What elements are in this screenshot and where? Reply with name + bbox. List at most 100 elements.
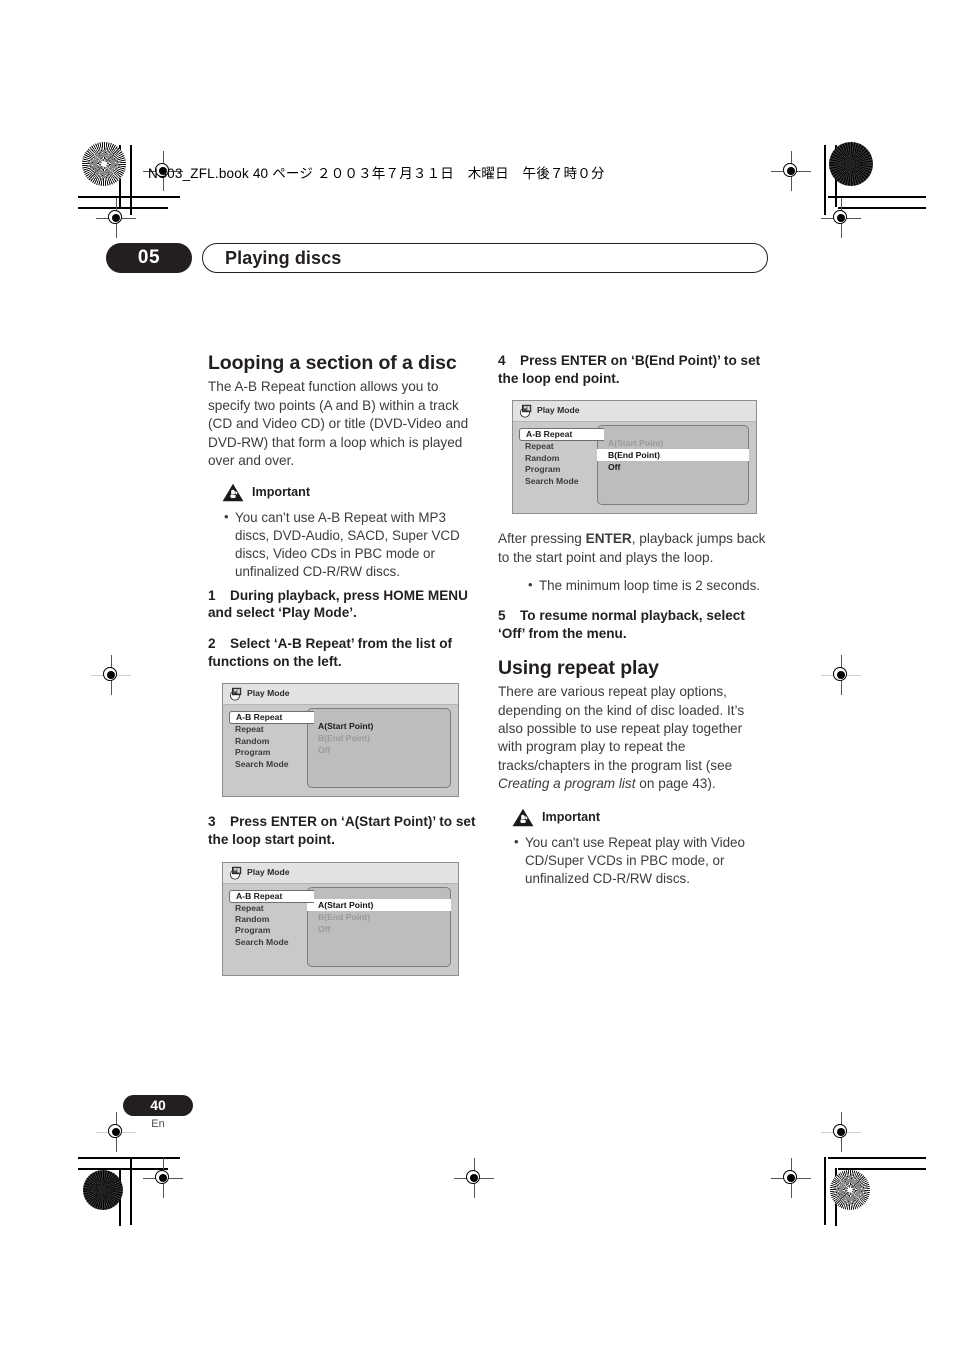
registration-target-lower-right-edge bbox=[821, 1112, 861, 1152]
osd-options-panel: A(Start Point) B(End Point) Off bbox=[597, 425, 749, 506]
important-header-right: Important bbox=[512, 808, 768, 827]
osd-option-off[interactable]: Off bbox=[598, 461, 748, 473]
step-2-number: 2 bbox=[208, 636, 216, 651]
warning-triangle-icon bbox=[222, 483, 244, 502]
step-1-text: During playback, press HOME MENU and sel… bbox=[208, 587, 468, 621]
osd-menu-item-repeat[interactable]: Repeat bbox=[229, 724, 311, 735]
important-label-right: Important bbox=[542, 810, 601, 825]
osd-screenshot-step4: Play Mode A-B Repeat Repeat Random Progr… bbox=[512, 400, 757, 515]
crop-line-bottom-right-h bbox=[828, 1157, 926, 1159]
step-4: 4 Press ENTER on ‘B(End Point)’ to set th… bbox=[498, 352, 768, 387]
play-mode-icon bbox=[519, 404, 533, 418]
osd-menu-item-search-mode[interactable]: Search Mode bbox=[229, 759, 311, 770]
repeat-play-intro-paragraph: There are various repeat play options, d… bbox=[498, 683, 768, 794]
important-bullet-list-left: You can’t use A-B Repeat with MP3 discs,… bbox=[208, 508, 478, 581]
registration-starburst-top-left bbox=[82, 142, 126, 186]
osd-menu-item-program[interactable]: Program bbox=[519, 464, 601, 475]
step-5: 5 To resume normal playback, select ‘Off’… bbox=[498, 607, 768, 642]
osd-menu-list: A-B Repeat Repeat Random Program Search … bbox=[519, 428, 604, 487]
section-title-repeat-play: Using repeat play bbox=[498, 656, 659, 679]
page-number-badge: 40 bbox=[123, 1095, 193, 1116]
crop-line-bottom-left-h bbox=[78, 1157, 180, 1159]
file-info-banner: NS03_ZFL.book 40 ページ ２００３年７月３１日 木曜日 午後７時… bbox=[148, 166, 605, 181]
registration-target-mid-right bbox=[821, 655, 861, 695]
registration-target-bottom-left bbox=[143, 1158, 183, 1198]
osd-menu-item-random[interactable]: Random bbox=[229, 736, 311, 747]
osd-menu-item-random[interactable]: Random bbox=[519, 453, 601, 464]
crop-line-top-left-v bbox=[130, 145, 132, 215]
repeat-intro-pre: There are various repeat play options, d… bbox=[498, 684, 745, 773]
looping-intro-paragraph: The A-B Repeat function allows you to sp… bbox=[208, 379, 469, 469]
osd-menu-item-ab-repeat[interactable]: A-B Repeat bbox=[519, 428, 604, 442]
registration-target-upper-left-edge bbox=[96, 198, 136, 238]
important-note-right: Important You can't use Repeat play with… bbox=[498, 808, 768, 888]
osd-option-b-end-point[interactable]: B(End Point) bbox=[308, 911, 450, 923]
osd-title: Play Mode bbox=[247, 866, 290, 877]
registration-target-bottom-right bbox=[771, 1158, 811, 1198]
osd-menu-item-search-mode[interactable]: Search Mode bbox=[229, 937, 311, 948]
step-1: 1 During playback, press HOME MENU and se… bbox=[208, 587, 478, 622]
osd-option-b-end-point[interactable]: B(End Point) bbox=[597, 449, 749, 462]
osd-menu-item-search-mode[interactable]: Search Mode bbox=[519, 476, 601, 487]
registration-starburst-top-right bbox=[829, 142, 873, 186]
osd-menu-item-ab-repeat[interactable]: A-B Repeat bbox=[229, 889, 314, 903]
registration-starburst-bottom-right bbox=[830, 1170, 870, 1210]
osd-option-a-start-point[interactable]: A(Start Point) bbox=[308, 720, 450, 732]
osd-menu-list: A-B Repeat Repeat Random Program Search … bbox=[229, 711, 314, 770]
play-mode-icon bbox=[229, 687, 243, 701]
step-5-number: 5 bbox=[498, 608, 506, 624]
step-4-number: 4 bbox=[498, 353, 506, 368]
osd-option-a-start-point[interactable]: A(Start Point) bbox=[598, 437, 748, 449]
step-3-text: Press ENTER on ‘A(Start Point)’ to set t… bbox=[208, 814, 476, 848]
after-enter-pre: After pressing bbox=[498, 531, 586, 547]
osd-menu-item-repeat[interactable]: Repeat bbox=[519, 441, 601, 452]
osd-screenshot-step3: Play Mode A-B Repeat Repeat Random Progr… bbox=[222, 861, 459, 976]
osd-menu-item-random[interactable]: Random bbox=[229, 914, 311, 925]
chapter-title-pill: Playing discs bbox=[202, 243, 768, 273]
osd-menu-item-ab-repeat[interactable]: A-B Repeat bbox=[229, 711, 314, 725]
list-item: The minimum loop time is 2 seconds. bbox=[528, 576, 768, 595]
right-column: 4 Press ENTER on ‘B(End Point)’ to set th… bbox=[498, 352, 768, 894]
osd-option-off[interactable]: Off bbox=[308, 923, 450, 935]
crop-line-bottom-right-v bbox=[824, 1157, 826, 1225]
important-bullet-list-right: You can't use Repeat play with Video CD/… bbox=[498, 833, 768, 888]
step-3: 3 Press ENTER on ‘A(Start Point)’ to set … bbox=[208, 813, 478, 848]
chapter-number-badge: 05 bbox=[106, 243, 192, 273]
osd-screenshot-step2: Play Mode A-B Repeat Repeat Random Progr… bbox=[222, 683, 459, 798]
step-3-number: 3 bbox=[208, 814, 216, 830]
repeat-intro-post: on page 43). bbox=[635, 776, 716, 792]
osd-menu-item-repeat[interactable]: Repeat bbox=[229, 903, 311, 914]
osd-option-b-end-point[interactable]: B(End Point) bbox=[308, 732, 450, 744]
osd-options-panel: A(Start Point) B(End Point) Off bbox=[307, 708, 451, 789]
crop-line-top-left-h bbox=[78, 196, 180, 198]
osd-option-off[interactable]: Off bbox=[308, 744, 450, 756]
osd-title: Play Mode bbox=[247, 688, 290, 699]
list-item: You can’t use A-B Repeat with MP3 discs,… bbox=[224, 508, 478, 581]
crop-line-top-right-h bbox=[828, 196, 926, 198]
page-title: Playing discs bbox=[225, 248, 342, 268]
after-enter-paragraph: After pressing ENTER, playback jumps bac… bbox=[498, 530, 768, 567]
important-note-left: Important You can’t use A-B Repeat with … bbox=[208, 483, 478, 581]
crop-line-top-right-v bbox=[824, 145, 826, 215]
chapter-header: 05 Playing discs bbox=[106, 243, 768, 273]
step-2-text: Select ‘A-B Repeat’ from the list of fun… bbox=[208, 636, 453, 669]
play-mode-icon bbox=[229, 866, 243, 880]
step-5-text: To resume normal playback, select ‘Off’ … bbox=[498, 608, 745, 641]
osd-menu-item-program[interactable]: Program bbox=[229, 747, 311, 758]
registration-target-top-right bbox=[771, 151, 811, 191]
osd-menu-item-program[interactable]: Program bbox=[229, 925, 311, 936]
registration-target-mid-left bbox=[91, 655, 131, 695]
list-item: You can't use Repeat play with Video CD/… bbox=[514, 833, 768, 888]
left-column: Looping a section of a disc The A-B Repe… bbox=[208, 352, 478, 992]
osd-menu-list: A-B Repeat Repeat Random Program Search … bbox=[229, 889, 314, 949]
osd-option-a-start-point[interactable]: A(Start Point) bbox=[307, 898, 451, 911]
osd-title: Play Mode bbox=[537, 405, 580, 416]
cross-reference-link: Creating a program list bbox=[498, 776, 636, 792]
registration-starburst-bottom-left bbox=[83, 1170, 123, 1210]
step-4-text: Press ENTER on ‘B(End Point)’ to set the… bbox=[498, 353, 761, 386]
warning-triangle-icon bbox=[512, 808, 534, 827]
step-1-number: 1 bbox=[208, 587, 216, 603]
enter-key-label: ENTER bbox=[585, 531, 632, 547]
important-label-left: Important bbox=[252, 485, 311, 500]
registration-target-upper-right-edge bbox=[821, 198, 861, 238]
